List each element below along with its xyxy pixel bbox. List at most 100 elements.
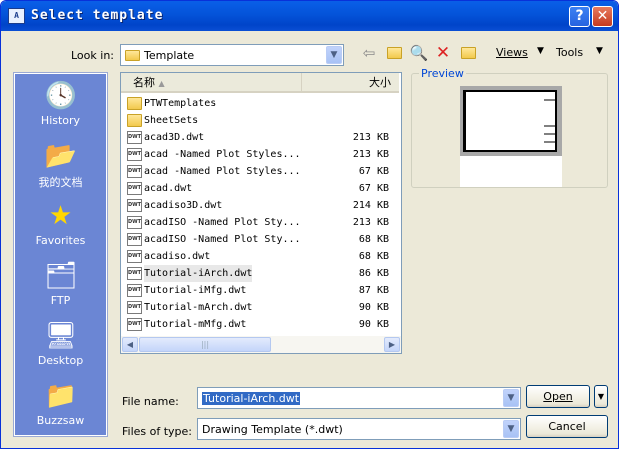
open-options-dropdown[interactable]: ▼ [594,385,608,408]
file-row[interactable]: DWT acadISO -Named Plot Sty... 213 KB [125,214,395,231]
place-ftp[interactable]: 🗂 FTP [15,256,106,316]
close-button[interactable]: ✕ [592,6,613,27]
column-header-name[interactable]: 名称 ▲ [121,73,301,93]
file-row[interactable]: DWT acad3D.dwt 213 KB [125,129,395,146]
file-name: acad3D.dwt [144,132,205,143]
dwt-file-icon: DWT [127,284,142,297]
file-row[interactable]: DWT acad.dwt 67 KB [125,180,395,197]
search-web-icon[interactable]: 🔍 [408,43,430,63]
horizontal-scrollbar[interactable]: ◀ ||| ▶ [121,336,401,353]
file-size: 86 KB [358,268,389,279]
scroll-thumb[interactable]: ||| [139,337,271,352]
file-size: 214 KB [352,200,389,211]
file-name: SheetSets [144,115,199,126]
folder-icon [127,97,142,110]
file-size: 213 KB [352,217,389,228]
file-row[interactable]: DWT Tutorial-iArch.dwt 86 KB [125,265,395,282]
file-row[interactable]: DWT Tutorial-mMfg.dwt 90 KB [125,316,395,333]
help-button[interactable]: ? [569,6,590,27]
look-in-dropdown[interactable]: Template ▼ [120,44,344,66]
select-template-dialog: A Select template ? ✕ Look in: Template … [0,0,619,449]
cancel-button[interactable]: Cancel [526,415,608,438]
file-row[interactable]: DWT acad -Named Plot Styles... 213 KB [125,146,395,163]
dwt-file-icon: DWT [127,165,142,178]
place-label: Favorites [35,234,86,247]
file-row[interactable]: DWT acad -Named Plot Styles... 67 KB [125,163,395,180]
scroll-right-icon[interactable]: ▶ [384,337,400,352]
folder-row[interactable]: SheetSets [125,112,395,129]
file-name-value: Tutorial-iArch.dwt [202,392,301,405]
file-name: PTWTemplates [144,98,217,109]
place-label: FTP [50,294,71,307]
dwt-file-icon: DWT [127,182,142,195]
folder-icon [125,50,140,61]
file-size: 87 KB [358,285,389,296]
place-label: Buzzsaw [36,414,85,427]
file-size: 67 KB [358,183,389,194]
file-row[interactable]: DWT acadiso.dwt 68 KB [125,248,395,265]
file-row[interactable]: DWT Tutorial-mArch.dwt 90 KB [125,299,395,316]
files-of-type-value: Drawing Template (*.dwt) [202,423,343,436]
file-size: 90 KB [358,302,389,313]
scroll-left-icon[interactable]: ◀ [122,337,138,352]
up-one-level-icon[interactable] [383,43,405,63]
file-name: acad.dwt [144,183,193,194]
chevron-down-icon[interactable]: ▼ [503,389,519,407]
place-label: History [40,114,81,127]
views-menu[interactable]: Views [496,46,528,59]
dwt-file-icon: DWT [127,233,142,246]
history-icon: 🕓 [44,81,77,111]
my-documents-icon: 📂 [44,141,77,171]
create-folder-icon[interactable] [457,43,479,63]
dwt-file-icon: DWT [127,216,142,229]
file-name: Tutorial-mArch.dwt [144,302,253,313]
window-title: Select template [31,8,164,23]
template-preview-image [460,86,562,187]
folder-icon [127,114,142,127]
dwt-file-icon: DWT [127,199,142,212]
chevron-down-icon[interactable]: ▼ [503,420,519,438]
file-size: 67 KB [358,166,389,177]
place-my-documents[interactable]: 📂 我的文档 [15,136,106,196]
file-size: 213 KB [352,149,389,160]
folder-row[interactable]: PTWTemplates [125,95,395,112]
place-buzzsaw[interactable]: 📁 Buzzsaw [15,376,106,436]
files-of-type-dropdown[interactable]: Drawing Template (*.dwt) ▼ [197,418,521,440]
chevron-down-icon[interactable]: ▼ [326,46,342,64]
file-row[interactable]: DWT acadISO -Named Plot Sty... 68 KB [125,231,395,248]
file-list[interactable]: 名称 ▲ 大小 PTWTemplates SheetSets DWT acad3D.d… [120,72,402,354]
file-name-label: File name: [122,395,179,408]
buzzsaw-icon: 📁 [44,381,77,411]
file-row[interactable]: DWT Tutorial-iMfg.dwt 87 KB [125,282,395,299]
file-name: Tutorial-iMfg.dwt [144,285,247,296]
places-bar: 🕓 History 📂 我的文档 ★ Favorites 🗂 FTP 🖥 Des… [13,72,108,437]
file-size: 68 KB [358,251,389,262]
favorites-icon: ★ [48,201,73,231]
ftp-icon: 🗂 [44,261,78,291]
tools-menu[interactable]: Tools [556,46,583,59]
column-header-size[interactable]: 大小 [301,73,399,93]
place-history[interactable]: 🕓 History [15,76,106,136]
place-favorites[interactable]: ★ Favorites [15,196,106,256]
file-size: 68 KB [358,234,389,245]
file-name: Tutorial-iArch.dwt [144,265,253,282]
file-name: acadiso.dwt [144,251,211,262]
file-row[interactable]: DWT acadiso3D.dwt 214 KB [125,197,395,214]
delete-icon[interactable]: ✕ [432,43,454,63]
preview-label: Preview [419,67,466,80]
open-button[interactable]: Open [526,385,590,408]
file-name: Tutorial-mMfg.dwt [144,319,247,330]
file-size: 90 KB [358,319,389,330]
look-in-label: Look in: [71,49,114,62]
dwt-file-icon: DWT [127,250,142,263]
file-name: acadISO -Named Plot Sty... [144,217,301,228]
views-dropdown-icon[interactable]: ▼ [537,46,544,56]
dwt-file-icon: DWT [127,318,142,331]
file-name-input[interactable]: Tutorial-iArch.dwt ▼ [197,387,521,409]
back-arrow-icon[interactable]: ⇦ [358,43,380,63]
autocad-app-icon: A [8,8,25,24]
file-name: acadISO -Named Plot Sty... [144,234,301,245]
place-desktop[interactable]: 🖥 Desktop [15,316,106,376]
title-bar[interactable]: A Select template ? ✕ [1,1,618,31]
tools-dropdown-icon[interactable]: ▼ [596,46,603,56]
